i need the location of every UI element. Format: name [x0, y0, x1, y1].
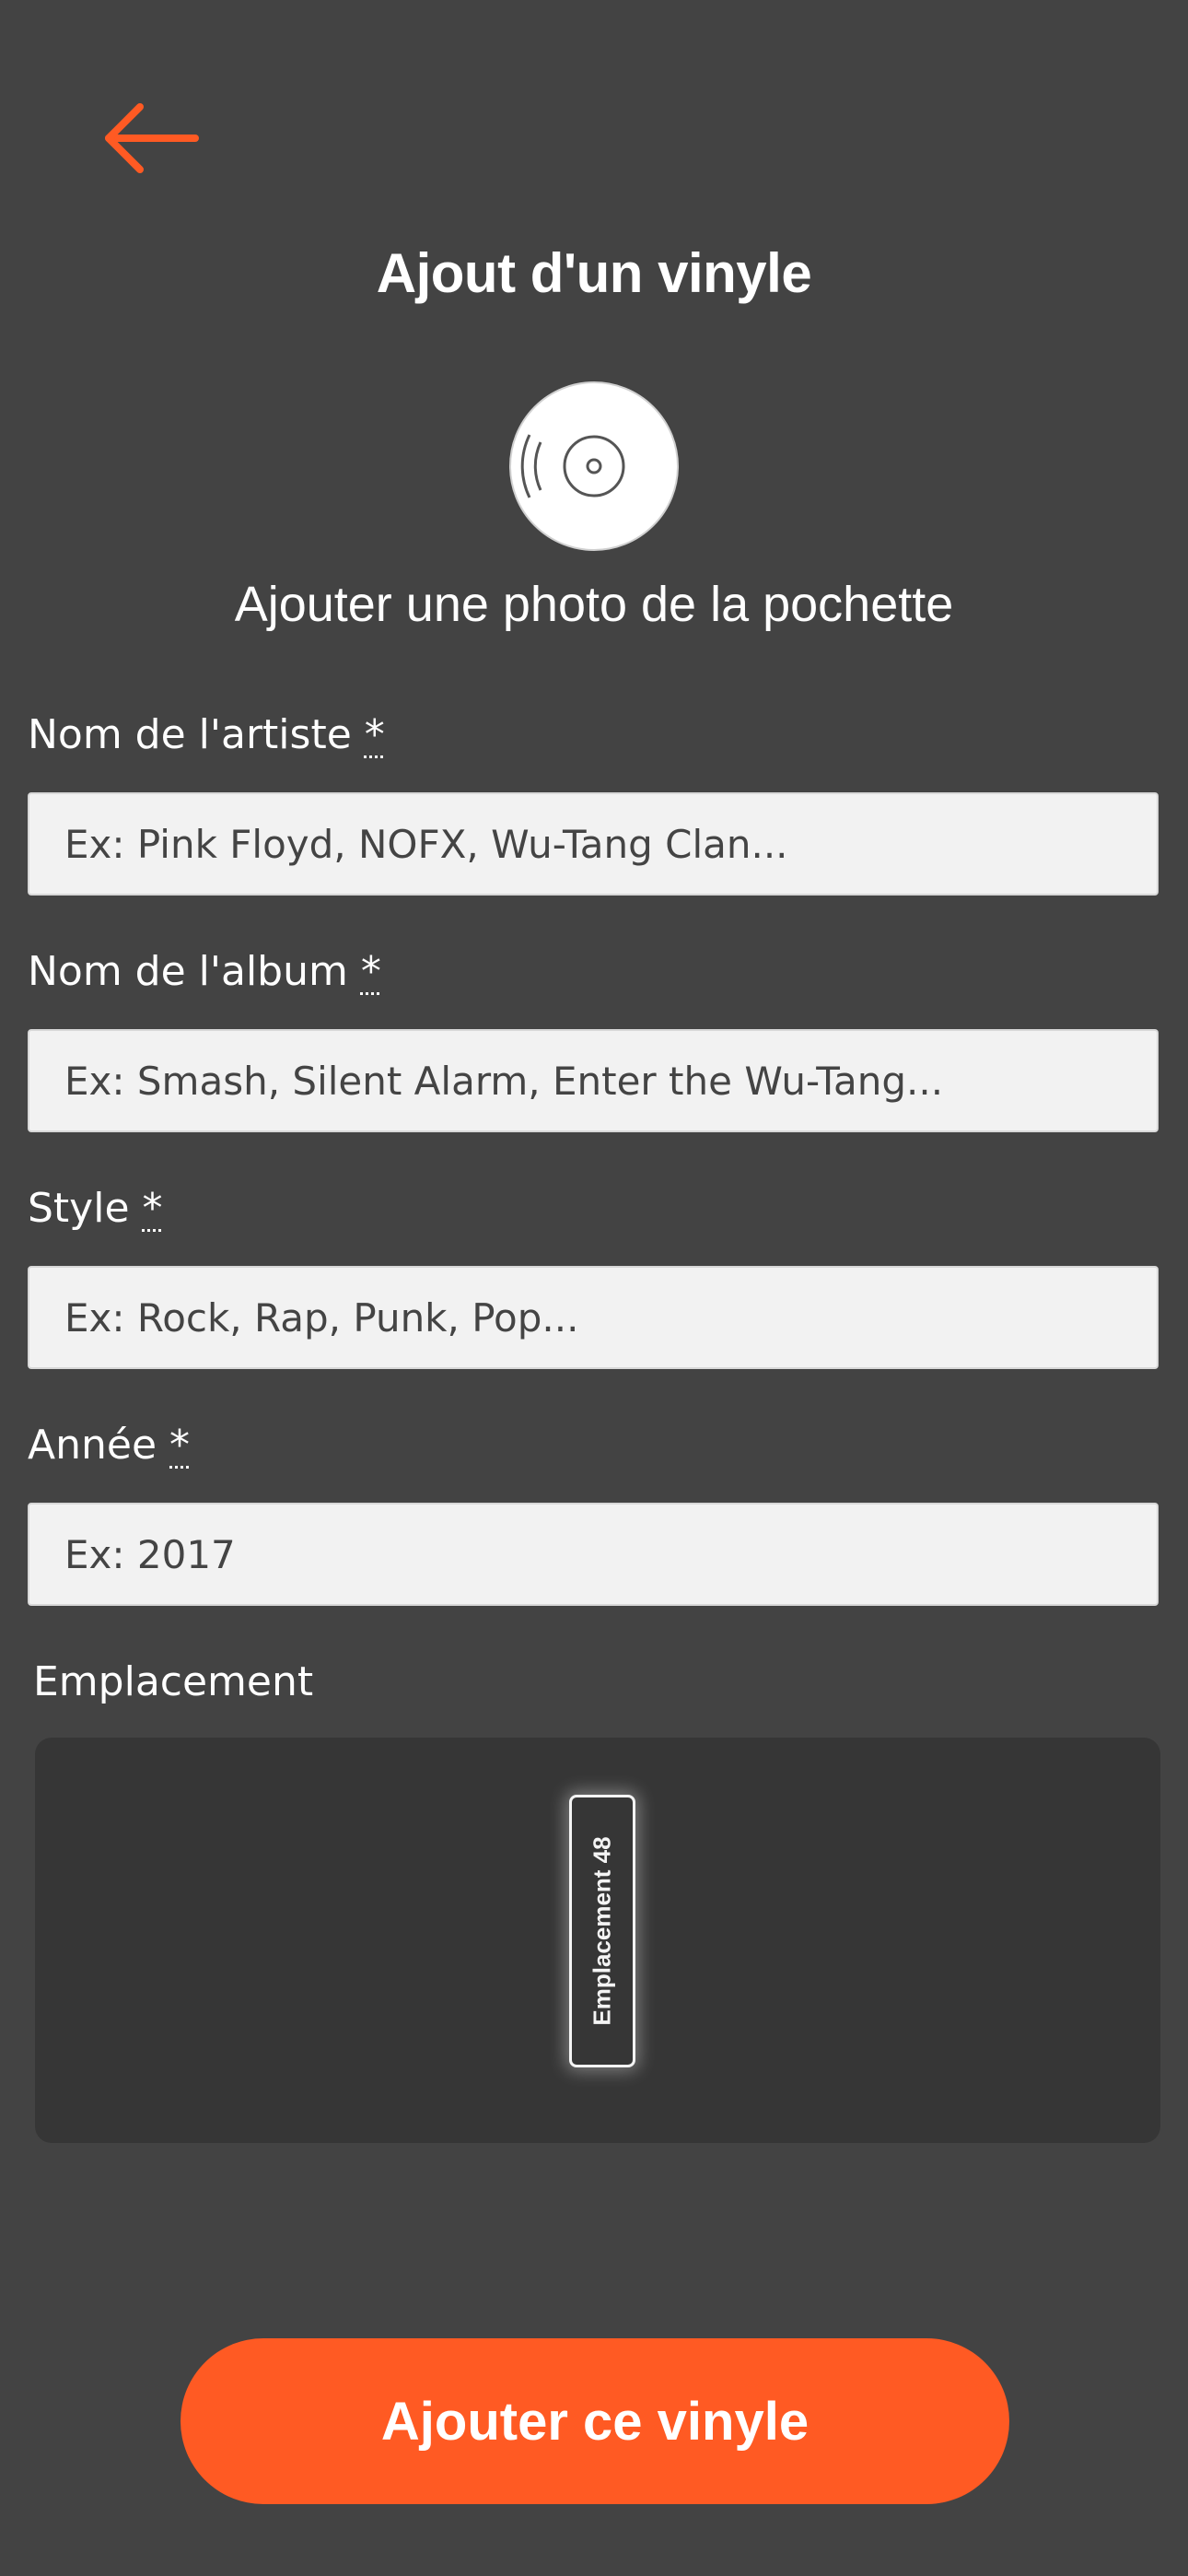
- album-label-text: Nom de l'album: [28, 948, 348, 995]
- artist-label-text: Nom de l'artiste: [28, 711, 352, 758]
- location-label: Emplacement: [33, 1658, 314, 1705]
- style-label-text: Style: [28, 1185, 130, 1232]
- album-field-label: Nom de l'album *: [28, 948, 381, 995]
- location-map: Emplacement 48: [35, 1738, 1160, 2143]
- year-label-text: Année: [28, 1422, 157, 1469]
- add-vinyl-button[interactable]: Ajouter ce vinyle: [181, 2338, 1009, 2504]
- vinyl-record-icon: [509, 381, 679, 551]
- required-mark: *: [142, 1185, 163, 1232]
- year-input[interactable]: [28, 1503, 1159, 1606]
- cover-photo-picker[interactable]: [507, 380, 681, 553]
- year-field-label: Année *: [28, 1422, 190, 1469]
- required-mark: *: [364, 711, 385, 758]
- location-slot[interactable]: Emplacement 48: [569, 1795, 635, 2067]
- add-cover-photo-label[interactable]: Ajouter une photo de la pochette: [0, 576, 1188, 633]
- style-field-label: Style *: [28, 1185, 163, 1232]
- required-mark: *: [169, 1422, 191, 1469]
- style-input[interactable]: [28, 1266, 1159, 1369]
- artist-input[interactable]: [28, 792, 1159, 896]
- back-button[interactable]: [101, 101, 203, 175]
- artist-field-label: Nom de l'artiste *: [28, 711, 385, 758]
- album-input[interactable]: [28, 1029, 1159, 1132]
- arrow-left-icon: [105, 103, 199, 173]
- location-slot-label: Emplacement 48: [588, 1836, 616, 2026]
- page-title: Ajout d'un vinyle: [376, 242, 812, 304]
- required-mark: *: [360, 948, 381, 995]
